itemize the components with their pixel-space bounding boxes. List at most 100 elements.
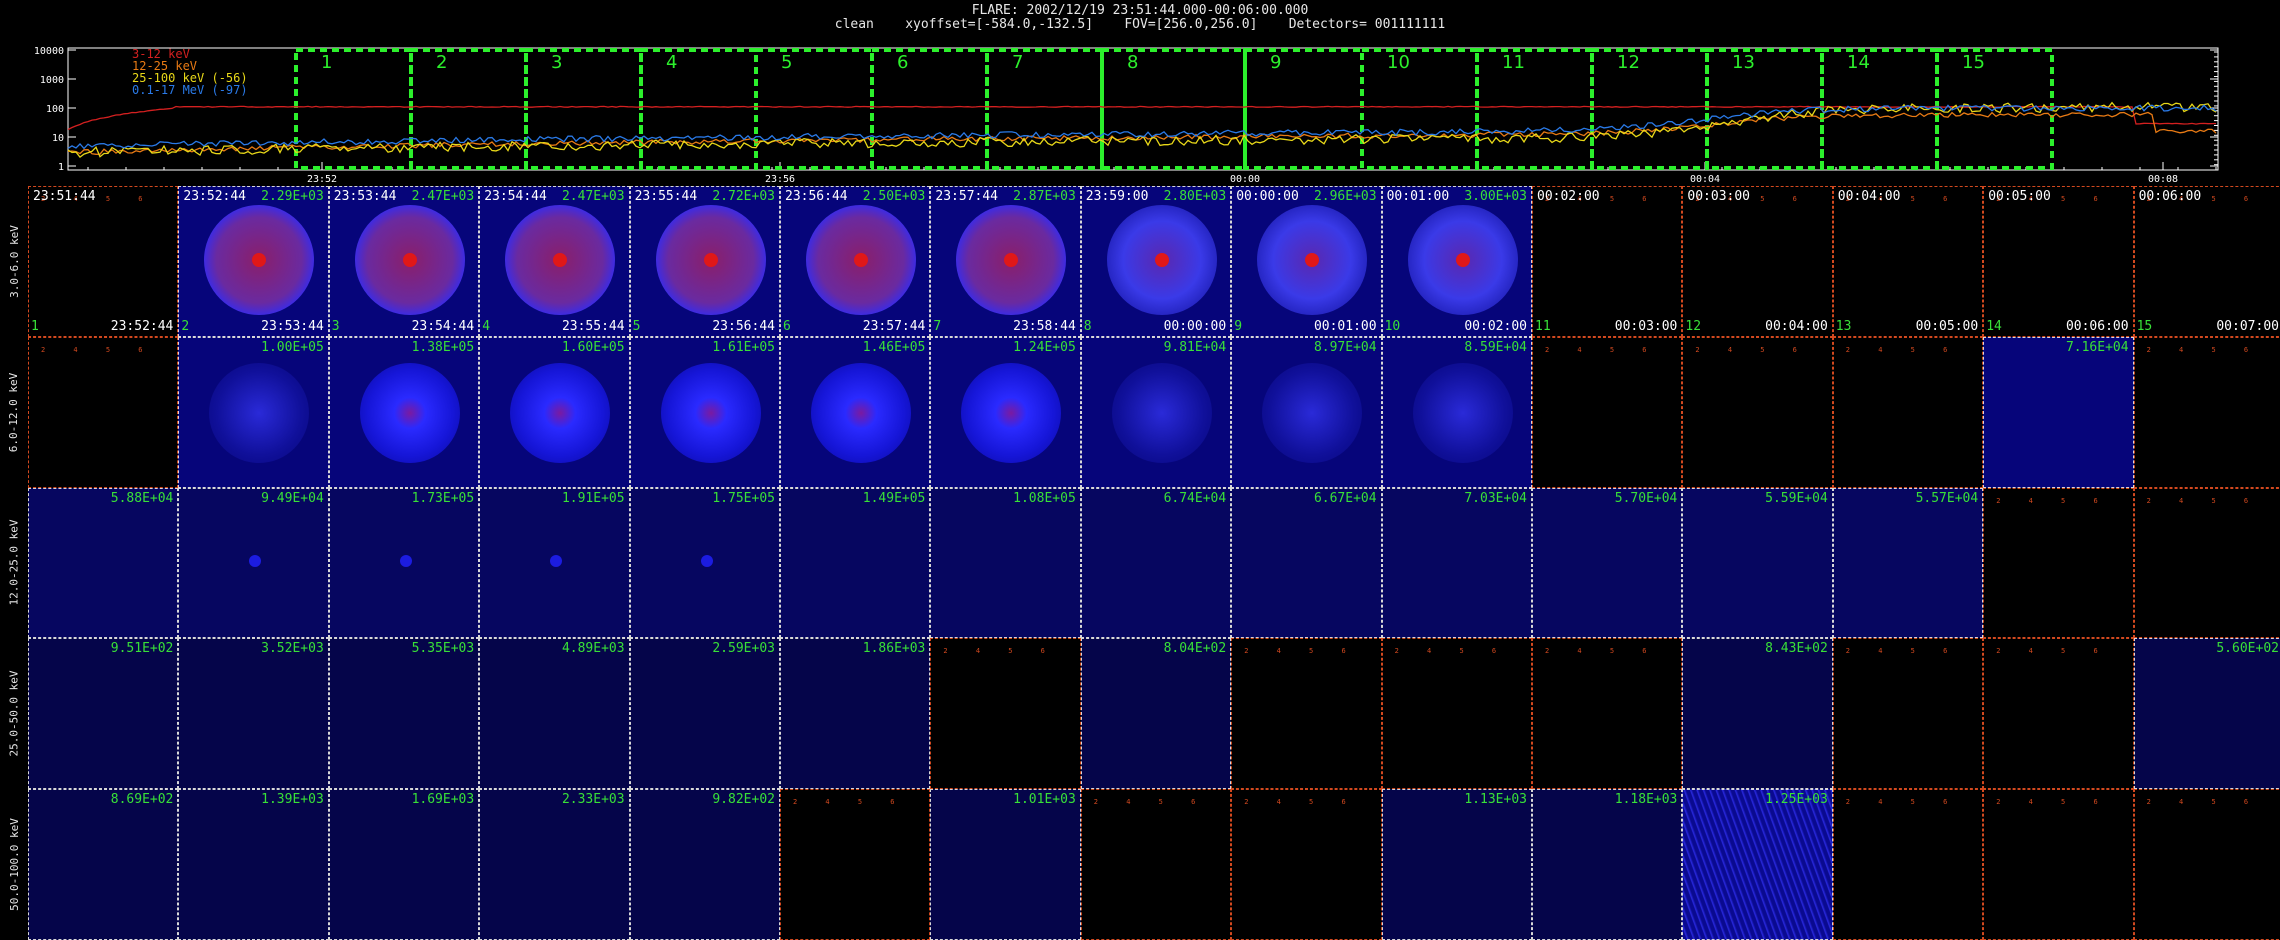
image-max-value: 4.89E+03 [561,641,625,657]
image-max-value: 1.61E+05 [712,339,775,355]
time-interval-label: 8 [1127,52,1138,73]
energy-band-label: 12.0-25.0 keV [0,488,28,639]
source-core [1455,253,1470,267]
image-max-value: 5.70E+04 [1614,490,1678,506]
energy-band-label: 6.0-12.0 keV [0,337,28,488]
interval-end-time: 23:52:44 [110,318,174,334]
image-max-value: 7.03E+04 [1464,490,1527,506]
image-cell: 23:53:44 23:54:44 3 2.47E+03 [328,186,480,337]
interval-index: 15 [2136,318,2153,334]
image-max-value: 5.35E+03 [411,641,475,657]
image-cell: 1.39E+03 [178,789,329,940]
image-max-value: 2.47E+03 [411,189,475,204]
interval-end-time: 00:06:00 [2065,318,2129,334]
interval-start-time: 00:04:00 [1837,189,1901,204]
image-cell: 1.13E+03 [1381,789,1532,940]
axis-ticks: 2 4 5 6 [2146,798,2261,807]
axis-ticks: 2 4 5 6 [1244,798,1358,807]
source-emission [961,362,1062,463]
source-core [1154,253,1169,267]
source-emission [209,362,310,463]
interval-index: 11 [1535,318,1551,334]
image-max-value: 1.24E+05 [1013,339,1076,355]
source-emission [660,362,761,463]
image-max-value: 1.86E+03 [862,641,926,657]
image-cell: 1.49E+05 [780,487,931,639]
source-core [703,253,718,267]
energy-band-text: 6.0-12.0 keV [7,372,21,452]
axis-ticks: 2 4 5 6 [1093,798,1208,807]
image-cell: 1.25E+03 [1682,789,1833,940]
image-max-value: 3.00E+03 [1464,189,1527,204]
time-interval-label: 1 [321,52,332,73]
interval-start-time: 23:56:44 [785,189,848,204]
image-cell: 2 4 5 6 23:51:44 23:52:44 1 [28,186,179,337]
image-cell: 23:52:44 23:53:44 2 2.29E+03 [178,186,329,337]
image-max-value: 2.47E+03 [561,189,625,204]
x-tick-label: 23:52 [307,174,337,185]
image-cell: 1.73E+05 [328,487,480,639]
image-cell: 2 4 5 6 [1381,638,1532,790]
interval-end-time: 00:00:00 [1163,318,1227,334]
image-grid: 3.0-6.0 keV 2 4 5 6 23:51:44 23:52:44 1 23:52… [0,186,2280,940]
x-tick-label: 00:00 [1230,174,1260,185]
series-12-25keV [67,111,2217,155]
image-cell: 2 4 5 6 [1231,638,1382,790]
interval-start-time: 00:02:00 [1537,189,1600,204]
image-max-value: 8.69E+02 [110,792,174,808]
image-cell: 23:55:44 23:56:44 5 2.72E+03 [629,186,780,337]
axis-ticks: 2 4 5 6 [1545,647,1659,656]
time-interval-box [870,48,989,170]
image-max-value: 5.60E+02 [2216,641,2279,657]
image-max-value: 5.88E+04 [110,490,174,506]
image-cell: 7.16E+04 [1983,336,2134,488]
interval-end-time: 00:05:00 [1915,318,1979,334]
source-core [249,554,262,567]
lightcurve-plot: 10000 1000 100 10 1 23:52 23:56 00:00 00:04 00:08… [34,46,2219,185]
energy-band-text: 50.0-100.0 keV [7,818,21,911]
axis-ticks: 2 4 5 6 [1695,345,1809,354]
image-max-value: 1.25E+03 [1765,792,1828,808]
time-interval-label: 11 [1502,52,1525,73]
image-cell: 1.91E+05 [479,487,630,639]
image-max-value: 1.49E+05 [862,490,926,506]
time-interval-box [294,48,413,170]
interval-end-time: 23:54:44 [411,318,475,334]
time-interval-label: 5 [781,52,792,73]
image-cell: 3.52E+03 [178,638,329,790]
image-cell: 5.35E+03 [328,638,480,790]
image-cell: 1.69E+03 [328,789,480,940]
interval-index: 6 [783,318,791,334]
image-cell: 8.04E+02 [1080,638,1232,790]
axis-ticks: 2 4 5 6 [943,647,1057,656]
image-cell: 1.01E+03 [930,789,1081,940]
interval-index: 1 [31,318,39,334]
image-cell: 8.97E+04 [1231,336,1382,488]
interval-index: 5 [632,318,641,334]
y-tick-label: 1000 [40,75,64,86]
energy-band-text: 25.0-50.0 keV [7,670,21,757]
axis-ticks: 2 4 5 6 [41,345,155,354]
series-25-100keV [67,101,2217,158]
time-interval-label: 4 [666,52,677,73]
image-cell: 2.59E+03 [629,638,780,790]
interval-end-time: 23:58:44 [1013,318,1076,334]
image-cell: 8.43E+02 [1682,638,1833,790]
interval-end-time: 00:04:00 [1765,318,1828,334]
image-max-value: 1.18E+03 [1614,792,1678,808]
image-max-value: 1.46E+05 [862,339,926,355]
time-interval-label: 12 [1617,52,1640,73]
image-cell: 2 4 5 6 [930,638,1081,790]
image-cell: 1.61E+05 [629,336,780,488]
image-max-value: 6.67E+04 [1313,490,1377,506]
image-cell: 1.75E+05 [629,487,780,639]
image-cell: 1.60E+05 [479,336,630,488]
time-interval-box [639,48,758,170]
image-max-value: 1.13E+03 [1464,792,1527,808]
interval-index: 10 [1384,318,1401,334]
time-interval-box [754,48,874,170]
image-cell: 5.88E+04 [28,487,179,639]
interval-index: 14 [1986,318,2002,334]
interval-index: 8 [1083,318,1092,334]
image-max-value: 1.60E+05 [561,339,625,355]
